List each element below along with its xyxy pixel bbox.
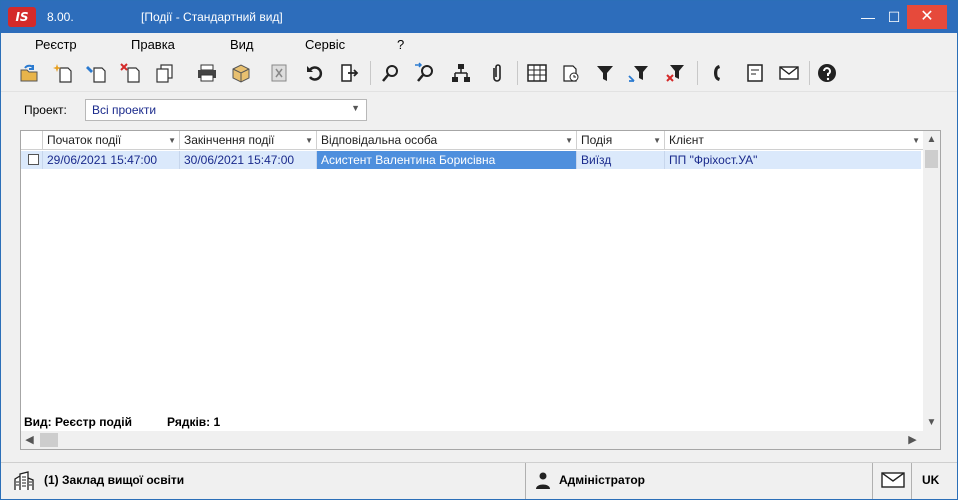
user-panel[interactable]: Адміністратор [527,463,873,499]
note-icon[interactable] [741,59,769,87]
search-icon[interactable] [377,59,405,87]
phone-icon[interactable] [703,59,731,87]
hierarchy-icon[interactable] [447,59,475,87]
language-indicator[interactable]: UK [913,463,957,499]
grid-footer: Вид: Реєстр подій Рядків: 1 [24,415,220,429]
menu-edit[interactable]: Правка [131,37,175,52]
checkbox-column-header [21,131,43,150]
sort-arrow-icon: ▼ [912,136,920,145]
building-icon [14,471,34,490]
menu-bar: Реєстр Правка Вид Сервіс ? [1,33,957,55]
title-bar: IS 8.00. [Події - Стандартний вид] — ☐ ✕ [1,1,957,33]
menu-view[interactable]: Вид [230,37,254,52]
organization-name: (1) Заклад вищої освіти [44,473,185,487]
table-icon[interactable] [523,59,551,87]
menu-service[interactable]: Сервіс [305,37,345,52]
project-value: Всі проекти [92,103,157,117]
help-icon[interactable] [813,59,841,87]
column-header-event[interactable]: Подія ▼ [577,131,665,150]
row-checkbox[interactable] [28,154,39,165]
organization-panel[interactable]: (1) Заклад вищої освіти [1,463,526,499]
copy-icon[interactable] [151,59,179,87]
window-title: [Події - Стандартний вид] [141,10,283,24]
app-version: 8.00. [47,10,74,24]
cell-client[interactable]: ПП "Фріхост.УА" [665,151,921,169]
export-icon[interactable] [265,59,293,87]
scroll-up-icon[interactable]: ▲ [923,131,940,148]
project-label: Проект: [24,103,67,117]
print-icon[interactable] [193,59,221,87]
column-header-end[interactable]: Закінчення події ▼ [180,131,317,150]
column-header-person[interactable]: Відповідальна особа ▼ [317,131,577,150]
filter-icon[interactable] [591,59,619,87]
toolbar-separator [697,61,698,85]
status-bar: (1) Заклад вищої освіти Адміністратор UK [1,462,957,499]
refresh-folder-icon[interactable] [15,59,43,87]
messages-button[interactable] [874,463,912,499]
mail-icon [881,472,905,488]
cell-event[interactable]: Виїзд [577,151,665,169]
close-button[interactable]: ✕ [907,5,947,29]
delete-document-icon[interactable] [117,59,145,87]
vertical-scrollbar[interactable]: ▲ ▼ [923,131,940,431]
sort-arrow-icon: ▼ [168,136,176,145]
app-window: IS 8.00. [Події - Стандартний вид] — ☐ ✕… [0,0,958,500]
exit-icon[interactable] [335,59,363,87]
toolbar-separator [809,61,810,85]
menu-help[interactable]: ? [397,37,404,52]
undo-icon[interactable] [301,59,329,87]
mail-icon[interactable] [775,59,803,87]
sort-arrow-icon: ▼ [565,136,573,145]
table-row[interactable]: 29/06/2021 15:47:00 30/06/2021 15:47:00 … [21,151,921,169]
row-count: Рядків: 1 [167,415,221,429]
events-grid[interactable]: Початок події ▼ Закінчення події ▼ Відпові… [20,130,941,450]
scroll-thumb[interactable] [925,150,938,168]
filter-clear-icon[interactable] [661,59,689,87]
cell-end[interactable]: 30/06/2021 15:47:00 [180,151,317,169]
filter-edit-icon[interactable] [625,59,653,87]
scroll-down-icon[interactable]: ▼ [923,414,940,431]
cell-start[interactable]: 29/06/2021 15:47:00 [43,151,180,169]
scroll-thumb[interactable] [40,433,58,447]
user-name: Адміністратор [559,473,646,487]
cell-person[interactable]: Асистент Валентина Борисівна [317,151,577,169]
menu-registry[interactable]: Реєстр [35,37,77,52]
app-logo-icon: IS [8,7,36,27]
toolbar [1,56,957,92]
package-icon[interactable] [227,59,255,87]
column-header-client[interactable]: Клієнт ▼ [665,131,923,150]
view-name: Вид: Реєстр подій [24,415,132,429]
toolbar-separator [517,61,518,85]
chevron-down-icon: ▼ [351,103,360,113]
edit-document-icon[interactable] [83,59,111,87]
project-select[interactable]: Всі проекти ▼ [85,99,367,121]
search-next-icon[interactable] [411,59,439,87]
column-header-start[interactable]: Початок події ▼ [43,131,180,150]
calendar-icon[interactable] [557,59,585,87]
grid-header: Початок події ▼ Закінчення події ▼ Відпові… [21,131,923,150]
maximize-button[interactable]: ☐ [879,5,909,29]
toolbar-separator [370,61,371,85]
sort-arrow-icon: ▼ [305,136,313,145]
scroll-right-icon[interactable]: ▶ [904,431,921,449]
sort-arrow-icon: ▼ [653,136,661,145]
user-icon [536,472,550,489]
attachment-icon[interactable] [483,59,511,87]
new-document-icon[interactable] [49,59,77,87]
horizontal-scrollbar[interactable]: ◀ ▶ [21,431,940,449]
language-code: UK [922,473,940,487]
scroll-left-icon[interactable]: ◀ [21,431,38,449]
